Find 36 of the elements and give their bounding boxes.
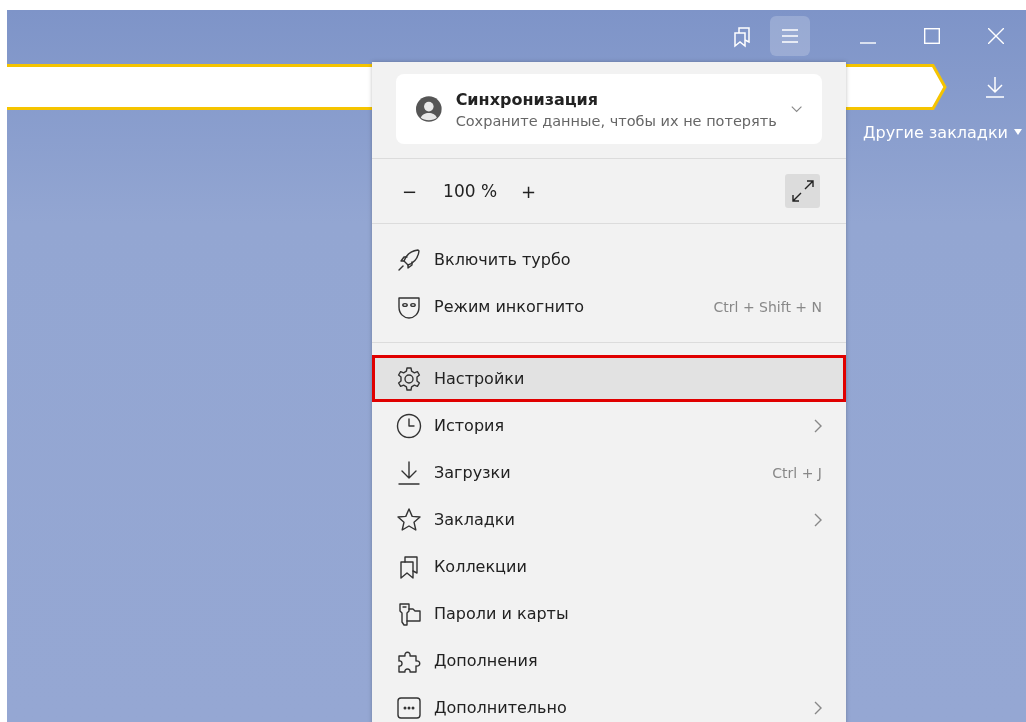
download-icon[interactable] — [985, 76, 1005, 98]
sync-subtitle: Сохраните данные, чтобы их не потерять — [455, 112, 777, 129]
menu-button[interactable] — [770, 16, 810, 56]
menu-icon — [782, 29, 798, 43]
zoom-out-button[interactable]: − — [402, 180, 418, 202]
sync-title: Синхронизация — [455, 89, 600, 109]
expand-icon — [789, 178, 816, 204]
download-icon — [396, 459, 422, 486]
menu-item[interactable]: Дополнительно — [372, 684, 846, 722]
avatar-icon — [416, 93, 442, 125]
clock-icon — [396, 412, 422, 439]
zoom-level: 100 % — [443, 181, 498, 201]
menu-item[interactable]: Коллекции — [372, 543, 846, 590]
rocket-icon — [396, 246, 422, 273]
menu-item[interactable]: История — [372, 402, 846, 449]
menu-item[interactable]: Пароли и карты — [372, 590, 846, 637]
close-icon — [988, 28, 1004, 44]
shortcut-text: Ctrl + Shift + N — [713, 298, 822, 315]
zoom-in-button[interactable]: + — [521, 180, 537, 202]
star-icon — [396, 506, 422, 533]
menu-item[interactable]: Дополнения — [372, 637, 846, 684]
chevron-down-icon — [790, 105, 802, 113]
sync-card[interactable]: Синхронизация Сохраните данные, чтобы их не потерять — [396, 74, 822, 144]
menu-item[interactable]: Режим инкогнито Ctrl + Shift + N — [372, 283, 846, 330]
key-card-icon — [396, 600, 422, 627]
menu-item[interactable]: Включить турбо — [372, 236, 846, 283]
shortcut-text: Ctrl + J — [772, 464, 822, 481]
gear-icon — [396, 365, 422, 392]
fullscreen-button[interactable] — [785, 174, 820, 208]
more-icon — [396, 694, 422, 721]
menu-item[interactable]: Загрузки Ctrl + J — [372, 449, 846, 496]
minimize-icon — [860, 42, 876, 44]
menu-item[interactable]: Настройки — [372, 355, 846, 402]
dropdown-icon — [1014, 129, 1022, 135]
menu-item[interactable]: Закладки — [372, 496, 846, 543]
maximize-icon — [924, 28, 940, 44]
